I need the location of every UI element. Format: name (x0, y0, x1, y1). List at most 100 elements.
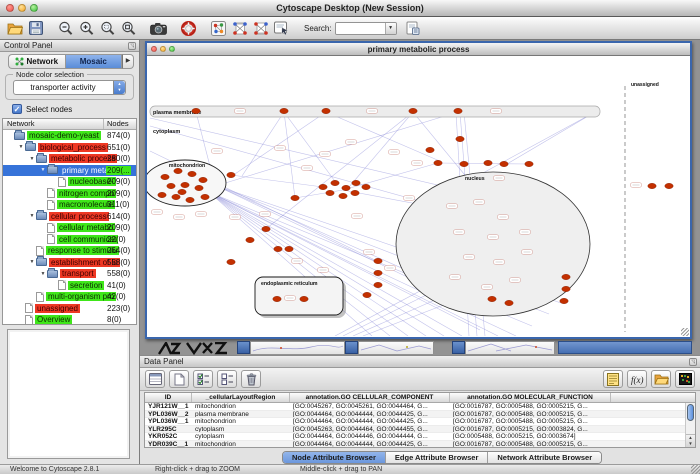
node-color-selection-label: Node color selection (13, 70, 87, 79)
table-scrollbar[interactable]: ▲▼ (685, 403, 695, 447)
tree-row[interactable]: ▼cellular process614(0) (3, 211, 136, 223)
table-row[interactable]: YPL036W__1mitochondrion[GO:0044464, GO:0… (145, 418, 685, 426)
tree-row[interactable]: response to stimulu264(0) (3, 245, 136, 257)
tree-row[interactable]: ▼establishment of lo558(0) (3, 257, 136, 269)
delete-attribute-icon[interactable] (241, 370, 261, 388)
tree-row[interactable]: macromolecule311(0) (3, 199, 136, 211)
tree-row[interactable]: nitrogen compo209(0) (3, 188, 136, 200)
tree-col-network[interactable]: Network (3, 119, 104, 129)
background-window-fragment[interactable] (250, 341, 345, 354)
data-panel-float-icon[interactable]: ◹ (689, 358, 697, 366)
search-dropdown-arrow-icon[interactable]: ▼ (385, 23, 396, 34)
network-close-button[interactable] (151, 46, 157, 52)
tree-row[interactable]: cellular metabo209(0) (3, 222, 136, 234)
unselect-attributes-icon[interactable] (217, 370, 237, 388)
background-window-edge[interactable] (452, 341, 465, 354)
tab-node-attribute-browser[interactable]: Node Attribute Browser (283, 452, 386, 463)
tree-col-nodes[interactable]: Nodes (104, 119, 136, 129)
search-input[interactable] (336, 23, 385, 34)
network-copy-with-view-icon[interactable] (229, 19, 250, 38)
table-cell: YJR121W__1 (145, 403, 192, 410)
network-copy-without-view-icon[interactable] (250, 19, 271, 38)
tab-mosaic[interactable]: Mosaic (65, 54, 123, 69)
node-color-select[interactable]: transporter activity ▲▼ (13, 80, 126, 95)
table-row[interactable]: YPL036W__2plasma membrane[GO:0044464, GO… (145, 411, 685, 419)
background-window-fragment[interactable] (358, 341, 434, 354)
tree-row[interactable]: Overview8(0) (3, 314, 136, 325)
tree-row[interactable]: ▼biological_process651(0) (3, 142, 136, 154)
scrollbar-arrows[interactable]: ▲▼ (686, 434, 695, 447)
background-window-fragment[interactable] (465, 341, 555, 354)
tree-row[interactable]: secretion41(0) (3, 280, 136, 292)
nucleus-region[interactable] (396, 172, 590, 316)
tree-row[interactable]: mosaic-demo-yeast874(0) (3, 130, 136, 142)
tree-row[interactable]: unassigned223(0) (3, 303, 136, 315)
expand-arrow-icon[interactable]: ▼ (39, 167, 47, 173)
control-panel-float-icon[interactable]: ◹ (128, 42, 136, 50)
background-window-edge[interactable] (345, 341, 358, 354)
help-icon[interactable] (178, 19, 199, 38)
search-combobox[interactable]: ▼ (335, 22, 397, 35)
tree-row[interactable]: nucleobase-209(0) (3, 176, 136, 188)
column-header[interactable]: _cellularLayoutRegion (192, 393, 290, 402)
table-row[interactable]: YKR052Ccytoplasm[GO:0044464, GO:0044446,… (145, 433, 685, 441)
annotation-icon[interactable] (271, 19, 292, 38)
expand-arrow-icon[interactable]: ▼ (17, 144, 25, 150)
save-icon[interactable] (25, 19, 46, 38)
advanced-search-icon[interactable] (403, 19, 424, 38)
background-window-titlebar[interactable] (558, 341, 692, 354)
network-graph[interactable]: plasma membrane cytoplasm mitochondrion … (147, 56, 690, 336)
open-file-icon[interactable] (4, 19, 25, 38)
tree-row[interactable]: ▼metabolic process280(0) (3, 153, 136, 165)
tree-row[interactable]: ▼primary metabo209(... (3, 165, 136, 177)
new-attribute-icon[interactable] (169, 370, 189, 388)
expand-arrow-icon[interactable]: ▼ (39, 271, 47, 277)
zoom-in-icon[interactable] (76, 19, 97, 38)
birds-eye-view[interactable] (7, 329, 130, 459)
zoom-out-icon[interactable] (55, 19, 76, 38)
zoom-selected-icon[interactable] (97, 19, 118, 38)
expand-arrow-icon[interactable]: ▼ (28, 213, 36, 219)
expand-arrow-icon[interactable]: ▼ (28, 259, 36, 265)
expand-arrow-icon[interactable]: ▼ (28, 156, 36, 162)
tree-row[interactable]: ▼transport558(0) (3, 268, 136, 280)
column-header[interactable]: annotation.GO CELLULAR_COMPONENT (290, 393, 450, 402)
table-row[interactable]: YDR039C__1mitochondrion[GO:0044464, GO:0… (145, 441, 685, 448)
tree-node-label: secretion (68, 281, 104, 290)
background-window-edge[interactable] (237, 341, 250, 354)
network-minimize-button[interactable] (160, 46, 166, 52)
background-window-thumbnail[interactable] (157, 342, 229, 355)
function-builder-icon[interactable]: f(x) (627, 370, 647, 388)
tab-network[interactable]: Network (8, 54, 65, 69)
tree-node-count: 42(0) (106, 292, 127, 301)
tree-row[interactable]: cell communicat22(0) (3, 234, 136, 246)
tab-network-attribute-browser[interactable]: Network Attribute Browser (488, 452, 601, 463)
close-button[interactable] (6, 4, 14, 12)
new-network-icon[interactable] (208, 19, 229, 38)
tab-overflow-arrow-icon[interactable]: ▶ (122, 54, 134, 69)
tab-edge-attribute-browser[interactable]: Edge Attribute Browser (386, 452, 488, 463)
table-row[interactable]: YJR121W__1mitochondrion[GO:0045267, GO:0… (145, 403, 685, 411)
column-header[interactable]: annotation.GO MOLECULAR_FUNCTION (450, 393, 611, 402)
matrix-icon[interactable] (675, 370, 695, 388)
select-nodes-checkbox[interactable]: ✓ (12, 104, 22, 114)
tree-row[interactable]: multi-organism pro42(0) (3, 291, 136, 303)
scrollbar-thumb[interactable] (687, 404, 694, 421)
window-resize-grip[interactable] (691, 465, 700, 474)
network-zoom-button[interactable] (169, 46, 175, 52)
select-stepper-icon[interactable]: ▲▼ (113, 81, 125, 94)
zoom-window-button[interactable] (30, 4, 38, 12)
network-view-window[interactable]: primary metabolic process (145, 41, 692, 339)
network-window-resize-grip[interactable] (681, 328, 689, 336)
zoom-fit-icon[interactable] (118, 19, 139, 38)
import-attributes-icon[interactable] (651, 370, 671, 388)
network-canvas[interactable]: plasma membrane cytoplasm mitochondrion … (147, 56, 690, 336)
table-row[interactable]: YLR295Ccytoplasm[GO:0045263, GO:0044464,… (145, 426, 685, 434)
notes-icon[interactable] (603, 370, 623, 388)
network-window-titlebar[interactable]: primary metabolic process (147, 43, 690, 56)
snapshot-icon[interactable] (148, 19, 169, 38)
column-header[interactable]: ID (145, 393, 192, 402)
minimize-button[interactable] (18, 4, 26, 12)
attribute-panel-settings-icon[interactable] (145, 370, 165, 388)
select-attributes-icon[interactable] (193, 370, 213, 388)
